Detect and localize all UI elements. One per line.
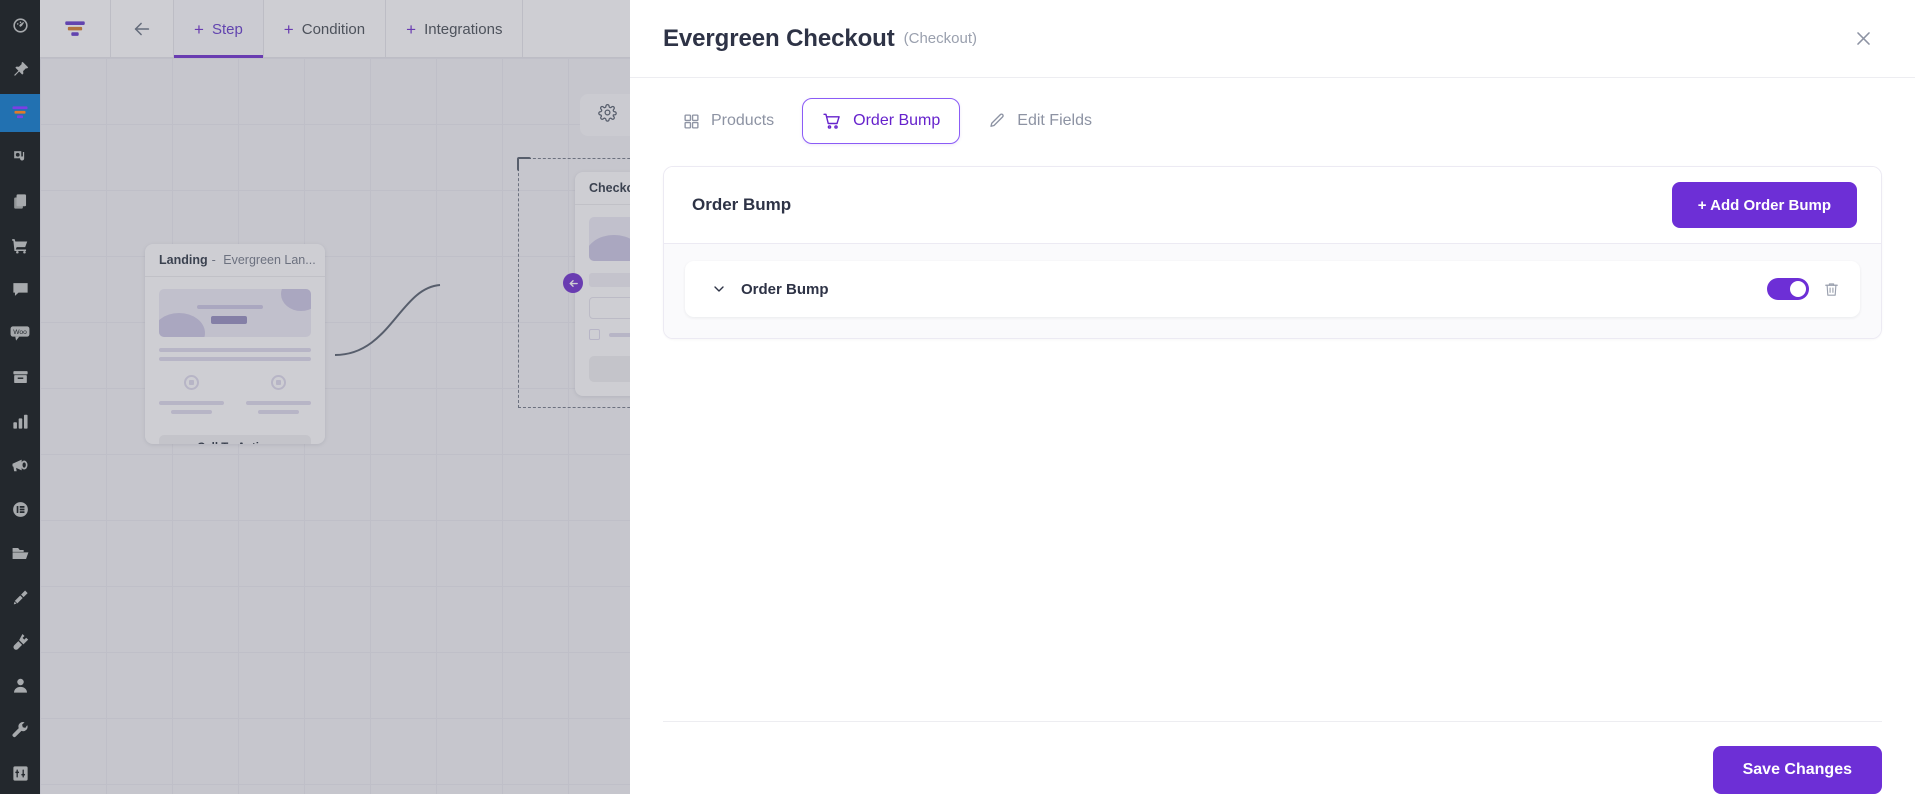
panel-content: Order Bump + Add Order Bump Order Bump	[630, 166, 1915, 691]
pages-icon[interactable]	[0, 182, 40, 220]
shopping-cart-icon	[822, 111, 842, 131]
funnel-icon[interactable]	[0, 94, 40, 132]
cart-icon[interactable]	[0, 226, 40, 264]
close-icon[interactable]	[1848, 23, 1879, 54]
pencil-icon	[988, 112, 1006, 130]
card-body: Order Bump	[664, 243, 1881, 338]
app-root: Woo + Step + Condition + Integrations La…	[0, 0, 1915, 794]
modal-backdrop[interactable]	[0, 0, 630, 794]
wrench-icon[interactable]	[0, 710, 40, 748]
tab-products-label: Products	[711, 112, 775, 129]
card-title: Order Bump	[692, 195, 792, 214]
dashboard-icon[interactable]	[0, 6, 40, 44]
order-bump-card: Order Bump + Add Order Bump Order Bump	[663, 166, 1882, 339]
page-subtitle: (Checkout)	[903, 30, 977, 47]
row-actions	[1767, 278, 1840, 300]
save-changes-button[interactable]: Save Changes	[1712, 746, 1882, 794]
folder-icon[interactable]	[0, 534, 40, 572]
user-icon[interactable]	[0, 666, 40, 704]
order-bump-list-item[interactable]: Order Bump	[685, 261, 1860, 317]
marketing-icon[interactable]	[0, 446, 40, 484]
page-title: Evergreen Checkout	[663, 24, 895, 52]
trash-icon[interactable]	[1823, 281, 1840, 298]
archive-icon[interactable]	[0, 358, 40, 396]
tab-order-bump-label: Order Bump	[853, 112, 941, 129]
tab-products[interactable]: Products	[663, 98, 794, 144]
pin-icon[interactable]	[0, 50, 40, 88]
chevron-down-icon[interactable]	[711, 281, 727, 297]
card-header: Order Bump + Add Order Bump	[664, 167, 1881, 243]
media-icon[interactable]	[0, 138, 40, 176]
tab-edit-fields[interactable]: Edit Fields	[968, 98, 1112, 144]
plugin-icon[interactable]	[0, 622, 40, 660]
settings-sliders-icon[interactable]	[0, 754, 40, 792]
elementor-icon[interactable]	[0, 490, 40, 528]
tab-edit-fields-label: Edit Fields	[1017, 112, 1092, 129]
order-bump-toggle[interactable]	[1767, 278, 1809, 300]
analytics-icon[interactable]	[0, 402, 40, 440]
panel-footer: Save Changes	[663, 721, 1882, 794]
svg-text:Woo: Woo	[13, 328, 27, 335]
panel-tabs: Products Order Bump Edit Fields	[630, 78, 1915, 166]
comments-icon[interactable]	[0, 270, 40, 308]
woo-icon[interactable]: Woo	[0, 314, 40, 352]
step-settings-panel: Evergreen Checkout (Checkout) Products O…	[630, 0, 1915, 794]
panel-header: Evergreen Checkout (Checkout)	[630, 0, 1915, 78]
brush-icon[interactable]	[0, 578, 40, 616]
grid-icon	[683, 113, 700, 130]
tab-order-bump[interactable]: Order Bump	[802, 98, 961, 144]
admin-sidebar: Woo	[0, 0, 40, 794]
add-order-bump-button[interactable]: + Add Order Bump	[1671, 182, 1857, 228]
order-bump-row-label: Order Bump	[741, 280, 829, 298]
